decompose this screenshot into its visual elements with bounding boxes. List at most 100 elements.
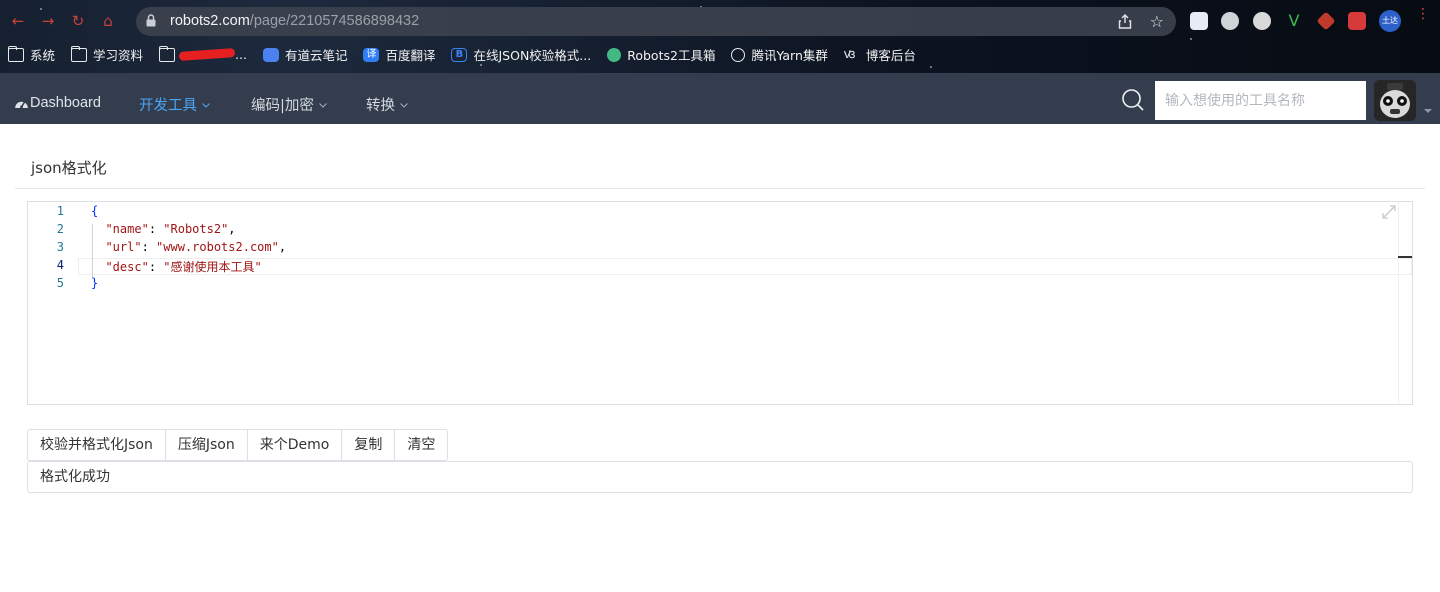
line-number: 2 xyxy=(56,222,64,236)
folder-icon xyxy=(71,45,88,62)
bookmark-item[interactable]: 腾讯Yarn集群 xyxy=(731,45,828,64)
fullscreen-expand-icon[interactable] xyxy=(1382,205,1396,219)
bookmark-label: 有道云笔记 xyxy=(284,48,348,63)
nav-convert[interactable]: 转换 xyxy=(366,94,408,115)
extension-icon[interactable] xyxy=(1221,12,1239,30)
vue-devtools-icon[interactable]: V xyxy=(1285,12,1303,30)
user-avatar[interactable] xyxy=(1374,80,1416,121)
json-editor[interactable]: 1 2 3 4 5 { "name": "Robots2", "url": "w… xyxy=(27,201,1413,405)
clear-button[interactable]: 清空 xyxy=(394,429,449,461)
forward-icon[interactable]: → xyxy=(40,13,56,29)
folder-icon xyxy=(8,45,24,62)
line-number: 1 xyxy=(56,204,64,218)
extension-icon[interactable] xyxy=(1348,12,1366,30)
browser-chrome: ← → ↻ ⌂ robots2.com/page/221057458689843… xyxy=(0,0,1440,73)
bookmark-item[interactable]: B 在线JSON校验格式... xyxy=(451,45,591,64)
code-line[interactable]: { xyxy=(91,204,98,218)
bookmark-item[interactable]: 有道云笔记 xyxy=(262,45,348,64)
bookmarks-bar: 系统 学习资料 ... 有道云笔记 译 百度翻译 B 在线JSON校验格式...… xyxy=(0,42,924,67)
demo-button[interactable]: 来个Demo xyxy=(246,429,343,461)
nav-dev-tools[interactable]: 开发工具 xyxy=(139,94,210,115)
copy-button[interactable]: 复制 xyxy=(341,429,396,461)
json-colon: : xyxy=(141,240,157,254)
editor-scrollbar[interactable] xyxy=(1398,202,1412,404)
globe-icon xyxy=(731,47,746,62)
page-title: json格式化 xyxy=(31,159,107,177)
result-message: 格式化成功 xyxy=(27,461,1413,493)
bookmark-item[interactable]: 译 百度翻译 xyxy=(363,45,435,64)
avatar-image xyxy=(1374,80,1416,121)
compress-json-button[interactable]: 压缩Json xyxy=(164,429,248,461)
cursor-position-marker xyxy=(1398,256,1412,258)
line-number-gutter: 1 2 3 4 5 xyxy=(28,202,78,404)
search-icon[interactable] xyxy=(1121,88,1145,112)
share-icon[interactable] xyxy=(1118,14,1132,29)
background-star xyxy=(930,66,932,68)
json-key: "url" xyxy=(105,240,142,254)
validate-format-button[interactable]: 校验并格式化Json xyxy=(27,429,166,461)
app-navbar: Dashboard 开发工具 编码|加密 转换 xyxy=(0,73,1440,124)
json-value: "感谢使用本工具" xyxy=(163,260,262,274)
bookmark-label: 博客后台 xyxy=(865,48,916,63)
divider xyxy=(15,188,1425,189)
line-number-current: 4 xyxy=(56,258,64,272)
redaction-mark xyxy=(178,48,236,61)
json-value: "Robots2" xyxy=(163,222,229,236)
brand-link[interactable]: Dashboard xyxy=(14,95,101,111)
code-line[interactable]: "url": "www.robots2.com", xyxy=(91,240,286,254)
url-text[interactable]: robots2.com/page/2210574586898432 xyxy=(170,13,419,29)
extension-icon[interactable] xyxy=(1190,12,1208,30)
code-line[interactable]: "name": "Robots2", xyxy=(91,222,236,236)
code-brace: { xyxy=(91,204,99,218)
youdao-note-icon xyxy=(262,47,279,62)
bookmark-label: 系统 xyxy=(30,48,56,63)
folder-icon xyxy=(159,45,176,62)
chevron-down-icon xyxy=(400,102,408,108)
baidu-translate-icon: 译 xyxy=(363,47,380,62)
avatar-dropdown-caret[interactable] xyxy=(1424,109,1432,113)
line-number: 5 xyxy=(56,276,64,290)
bookmark-item[interactable]: ... xyxy=(159,45,247,62)
browser-nav-buttons: ← → ↻ ⌂ xyxy=(10,13,116,29)
nav-encoding[interactable]: 编码|加密 xyxy=(251,94,327,115)
bookmark-item[interactable]: 学习资料 xyxy=(71,45,143,64)
home-icon[interactable]: ⌂ xyxy=(100,13,116,29)
bookmark-label: 百度翻译 xyxy=(385,48,436,63)
json-value: "www.robots2.com" xyxy=(156,240,279,254)
tool-search-input[interactable] xyxy=(1155,81,1366,120)
extension-icon[interactable] xyxy=(1316,11,1336,31)
bookmark-label: 腾讯Yarn集群 xyxy=(751,48,828,63)
bookmark-item[interactable]: Robots2工具箱 xyxy=(607,45,715,64)
code-line[interactable]: } xyxy=(91,276,98,290)
extension-icon[interactable] xyxy=(1253,12,1271,30)
brand-label: Dashboard xyxy=(30,95,101,111)
bookmark-item[interactable]: ꟃ 博客后台 xyxy=(844,45,916,64)
browser-menu-icon[interactable]: ⋮ xyxy=(1416,7,1430,21)
chevron-down-icon xyxy=(319,102,327,108)
chevron-down-icon xyxy=(202,102,210,108)
reload-icon[interactable]: ↻ xyxy=(70,13,86,29)
bookmark-label: 在线JSON校验格式... xyxy=(473,48,592,63)
lock-icon xyxy=(146,14,156,27)
json-comma: , xyxy=(228,222,236,236)
blog-icon: ꟃ xyxy=(843,46,856,62)
bookmark-star-icon[interactable]: ☆ xyxy=(1150,12,1164,31)
bookmark-label: Robots2工具箱 xyxy=(627,48,716,63)
address-bar[interactable]: robots2.com/page/2210574586898432 ☆ xyxy=(136,7,1176,36)
nav-label: 开发工具 xyxy=(139,98,197,114)
nav-label: 转换 xyxy=(366,98,395,114)
nav-label: 编码|加密 xyxy=(251,98,314,114)
bookmark-item[interactable]: 系统 xyxy=(8,45,55,64)
current-line-highlight xyxy=(78,258,1412,275)
line-number: 3 xyxy=(56,240,64,254)
json-colon: : xyxy=(148,222,164,236)
action-button-group: 校验并格式化Json 压缩Json 来个Demo 复制 清空 xyxy=(27,429,449,461)
code-line[interactable]: "desc": "感谢使用本工具" xyxy=(91,258,262,275)
back-icon[interactable]: ← xyxy=(10,13,26,29)
json-key: "name" xyxy=(105,222,149,236)
profile-avatar[interactable]: 土达 xyxy=(1379,10,1401,32)
bejson-icon: B xyxy=(451,47,468,62)
